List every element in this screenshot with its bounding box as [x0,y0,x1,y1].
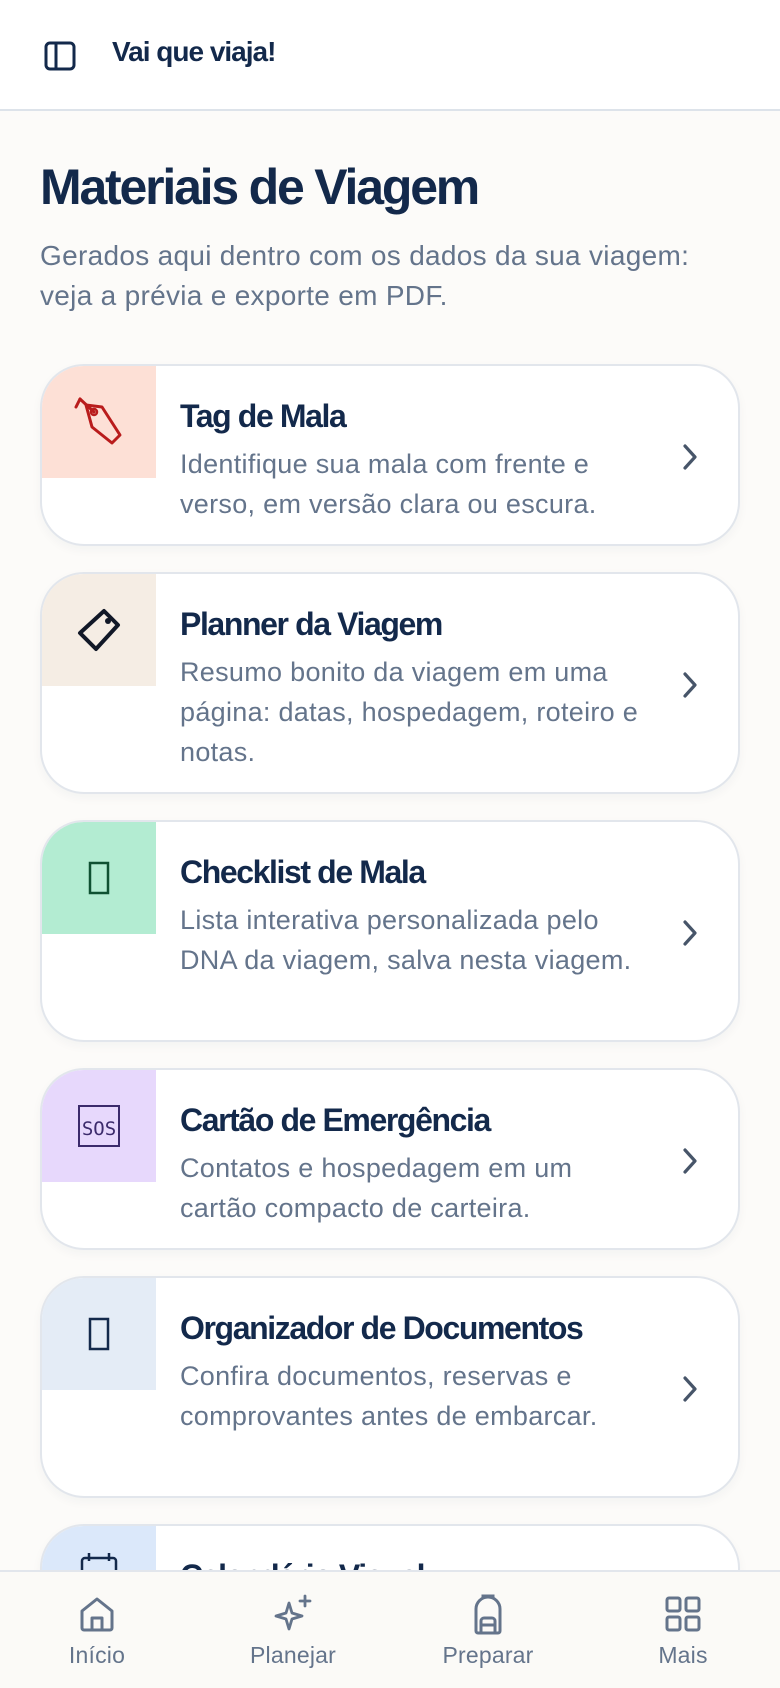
grid-icon [661,1592,705,1636]
card-title: Tag de Mala [180,398,347,434]
card-title: Planner da Viagem [180,606,443,642]
card-checklist-de-mala[interactable]: Checklist de Mala Lista interativa perso… [40,820,740,1042]
card-description: Identifique sua mala com frente e verso,… [180,449,597,519]
tag-icon [42,574,156,686]
luggage-tag-icon [42,366,156,478]
card-title: Cartão de Emergência [180,1102,491,1138]
card-description: Resumo bonito da viagem em uma página: d… [180,657,639,767]
checklist-icon [42,822,156,934]
svg-text:SOS: SOS [82,1118,116,1140]
card-cartao-de-emergencia[interactable]: SOS Cartão de Emergência Contatos e hosp… [40,1068,740,1250]
card-organizador-de-documentos[interactable]: Organizador de Documentos Confira docume… [40,1276,740,1498]
page-subtitle: Gerados aqui dentro com os dados da sua … [40,240,690,311]
backpack-icon [466,1592,510,1636]
card-description: Contatos e hospedagem em um cartão compa… [180,1153,573,1223]
nav-item-preparar[interactable]: Preparar [408,1572,568,1688]
app-title: Vai que viaja! [112,36,276,67]
card-description: Confira documentos, reservas e comprovan… [180,1361,598,1431]
chevron-right-icon [678,670,702,700]
home-icon [75,1592,119,1636]
nav-label: Preparar [442,1642,534,1668]
card-title: Checklist de Mala [180,854,426,890]
sidebar-toggle-icon[interactable] [40,38,80,74]
nav-label: Início [68,1642,126,1668]
chevron-right-icon [678,1374,702,1404]
card-planner-da-viagem[interactable]: Planner da Viagem Resumo bonito da viage… [40,572,740,794]
bottom-navigation: Início Planejar Preparar Mais [0,1570,780,1688]
page-title: Materiais de Viagem [40,159,480,215]
card-tag-de-mala[interactable]: Tag de Mala Identifique sua mala com fre… [40,364,740,546]
nav-item-mais[interactable]: Mais [603,1572,763,1688]
nav-item-planejar[interactable]: Planejar [213,1572,373,1688]
documents-icon [42,1278,156,1390]
sos-icon: SOS [42,1070,156,1182]
top-bar: Vai que viaja! [0,0,780,111]
card-description: Lista interativa personalizada pelo DNA … [180,905,632,975]
chevron-right-icon [678,442,702,472]
card-title: Organizador de Documentos [180,1310,584,1346]
sparkles-icon [271,1592,315,1636]
nav-item-inicio[interactable]: Início [17,1572,177,1688]
nav-label: Mais [658,1642,708,1668]
chevron-right-icon [678,1146,702,1176]
nav-label: Planejar [250,1642,336,1668]
chevron-right-icon [678,918,702,948]
